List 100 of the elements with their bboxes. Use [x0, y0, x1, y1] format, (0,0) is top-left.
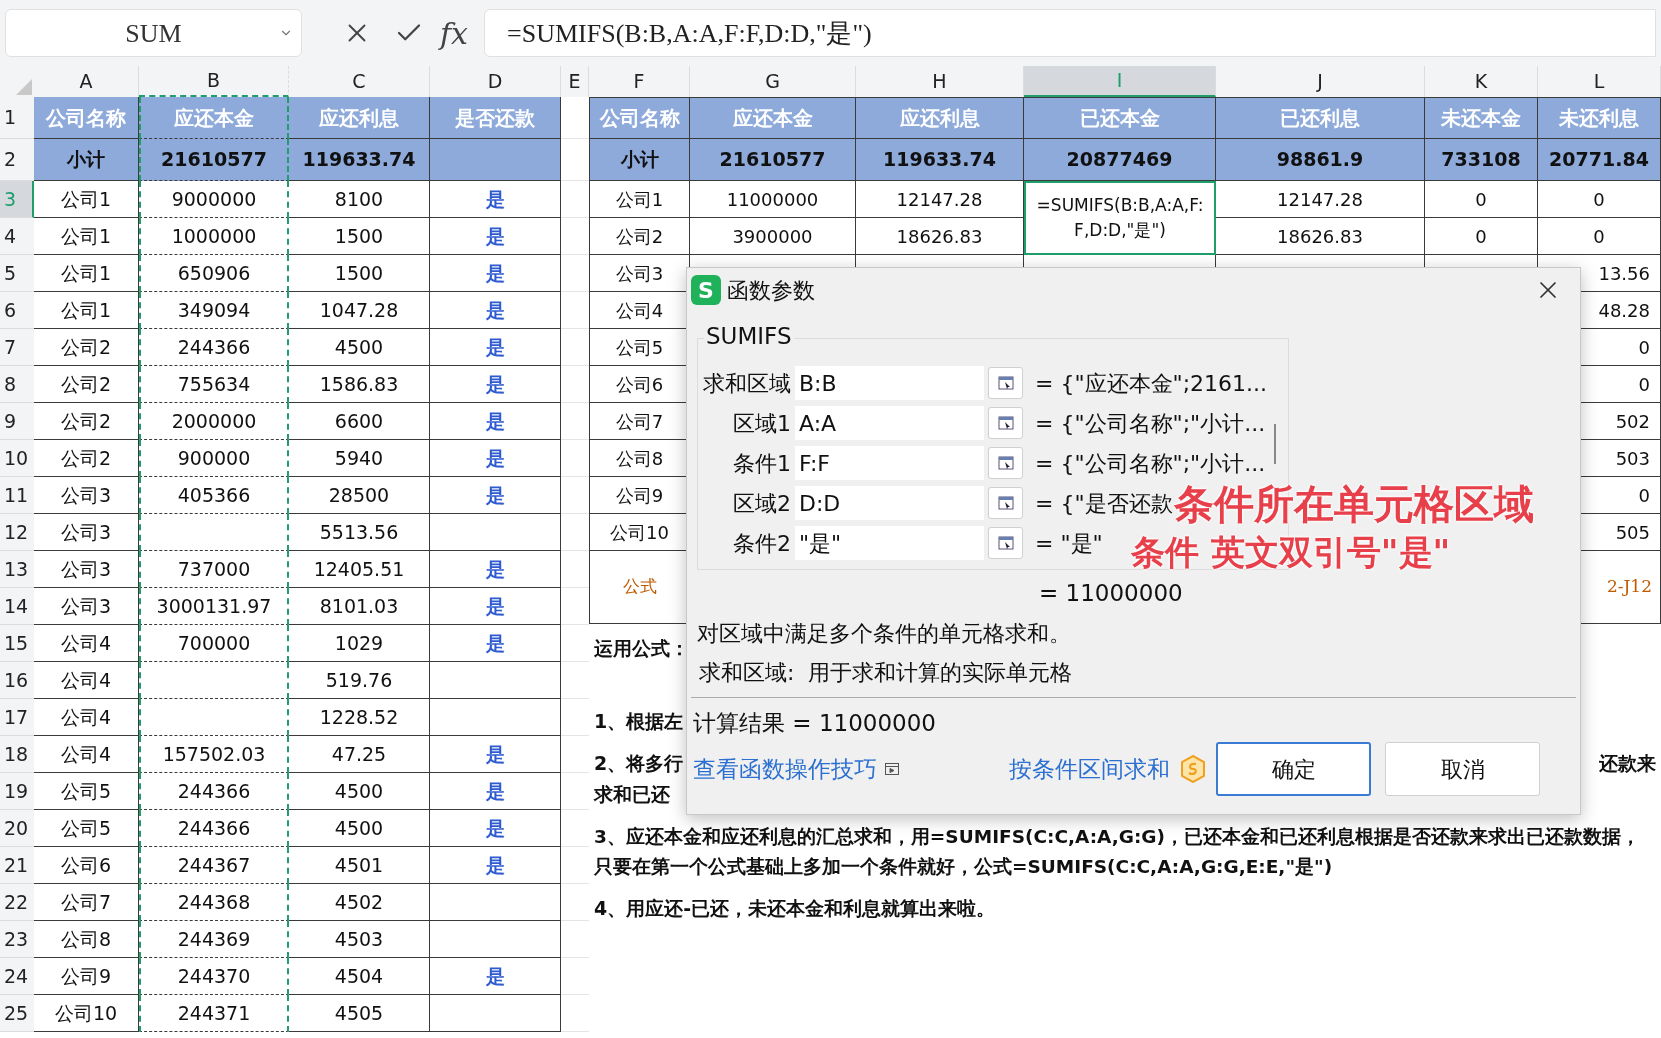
- table-cell-text: 公司2: [60, 334, 112, 360]
- table-cell-text: 是: [485, 556, 505, 582]
- table-cell-text: 0: [1593, 187, 1605, 212]
- table-cell-text: 1029: [334, 630, 384, 656]
- table-cell-text: 650906: [177, 260, 251, 286]
- table-cell-text: 733108: [1441, 147, 1521, 173]
- dialog-button[interactable]: 取消: [1385, 742, 1540, 796]
- parameter-result: = {"是否还款: [1035, 489, 1173, 518]
- formula-field[interactable]: =SUMIFS(B:B,A:A,F:F,D:D,"是"): [484, 9, 1656, 57]
- table-cell-text: 0: [1638, 335, 1650, 360]
- table-cell-text: 4500: [334, 778, 384, 804]
- parameter-field[interactable]: A:A: [795, 406, 984, 440]
- table-cell-text: 1047.28: [319, 297, 399, 323]
- header-cell-text: 是否还款: [455, 104, 535, 132]
- table-cell-text: 21610577: [719, 147, 826, 173]
- table-cell-text: 119633.74: [302, 147, 416, 173]
- table-cell-text: 8100: [334, 186, 384, 212]
- parameter-field[interactable]: F:F: [795, 446, 984, 480]
- table-cell-text: 公司3: [60, 519, 112, 545]
- range-picker-button[interactable]: [988, 447, 1023, 479]
- header-cell-text: 应还本金: [732, 105, 813, 132]
- parameter-field[interactable]: B:B: [795, 366, 984, 400]
- parameter-field[interactable]: "是": [795, 526, 984, 560]
- table-cell-text: 公司10: [54, 1000, 118, 1026]
- table-cell-text: 21610577: [161, 147, 267, 173]
- step-text: 1、根据左: [594, 709, 684, 734]
- table-cell-text: 4501: [334, 852, 384, 878]
- table-cell-text: 47.25: [331, 741, 387, 767]
- table-cell-text: 244367: [177, 852, 251, 878]
- parameter-help: 求和区域: 用于求和计算的实际单元格: [699, 658, 1074, 687]
- table-cell-text: 公司2: [615, 224, 664, 249]
- table-cell-text: 公司5: [60, 778, 112, 804]
- table-cell-text: 小计: [620, 147, 659, 173]
- table-cell-text: 是: [485, 408, 505, 434]
- table-cell-text: 48.28: [1598, 298, 1650, 323]
- parameter-result: = {"应还本金";2161...: [1035, 369, 1268, 398]
- table-cell-text: 0: [1475, 224, 1487, 249]
- table-cell-text: 公司6: [615, 372, 664, 397]
- table-cell-text: 是: [485, 371, 505, 397]
- name-box[interactable]: SUM: [5, 9, 302, 57]
- table-cell-text: 公司2: [60, 371, 112, 397]
- table-cell-text: 公司1: [60, 223, 112, 249]
- table-cell-text: 700000: [177, 630, 251, 656]
- tips-link[interactable]: 查看函数操作技巧: [693, 751, 877, 787]
- header-cell-text: 公司名称: [46, 104, 126, 132]
- annotation-text: 条件 英文双引号"是": [1131, 531, 1451, 574]
- table-cell-text: 4504: [334, 963, 384, 989]
- header-cell-text: 已还利息: [1280, 105, 1360, 132]
- table-cell-text: 是: [485, 297, 505, 323]
- table-cell-text: 349094: [177, 297, 251, 323]
- table-cell-text: 2000000: [171, 408, 257, 434]
- parameter-result: = {"公司名称";"小计...: [1035, 449, 1266, 478]
- parameter-label: 区域1: [732, 409, 792, 438]
- insert-function-button[interactable]: fx: [440, 10, 469, 56]
- table-cell-text: 公司4: [60, 667, 112, 693]
- cell-editor[interactable]: =SUMIFS(B:B,A:A,F:F,D:D,"是"): [1024, 181, 1216, 255]
- column-header[interactable]: E: [561, 66, 589, 97]
- table-cell-text: 737000: [177, 556, 251, 582]
- table-cell-text: 是: [485, 852, 505, 878]
- table-cell-text: 12147.28: [896, 187, 983, 212]
- table-cell-text: 519.76: [325, 667, 393, 693]
- premium-badge-icon: [1180, 755, 1206, 783]
- annotation-text: 条件所在单元格区域: [1174, 480, 1534, 529]
- table-cell-text: 是: [485, 482, 505, 508]
- table-cell-text: 2-J12: [1607, 575, 1652, 599]
- conditional-sum-link[interactable]: 按条件区间求和: [1009, 751, 1170, 787]
- dialog-button[interactable]: 确定: [1216, 742, 1371, 796]
- table-cell-text: 900000: [177, 445, 251, 471]
- table-cell-text: 244369: [177, 926, 251, 952]
- table-cell-text: 公司7: [615, 409, 664, 434]
- table-cell-text: 是: [485, 778, 505, 804]
- table-cell-text: 公司7: [60, 889, 112, 915]
- header-cell-text: 未还本金: [1441, 105, 1521, 132]
- table-cell-text: 公司4: [60, 704, 112, 730]
- header-cell-text: 应还本金: [174, 104, 254, 132]
- table-cell-text: 13.56: [1598, 261, 1650, 286]
- table-cell-text: 157502.03: [162, 741, 266, 767]
- table-cell-text: 是: [485, 223, 505, 249]
- range-picker-button[interactable]: [988, 487, 1023, 519]
- range-picker-button[interactable]: [988, 367, 1023, 399]
- range-picker-button[interactable]: [988, 407, 1023, 439]
- parameter-label: 条件2: [732, 529, 792, 558]
- dialog-title: 函数参数: [727, 276, 815, 305]
- range-select-icon: [997, 496, 1014, 510]
- step-text: 4、用应还-已还，未还本金和利息就算出来啦。: [594, 896, 996, 921]
- range-select-icon: [997, 456, 1014, 470]
- range-picker-button[interactable]: [988, 527, 1023, 559]
- table-cell-text: 503: [1615, 446, 1650, 471]
- table-cell-text: 0: [1638, 483, 1650, 508]
- table-cell-text: 公司2: [60, 445, 112, 471]
- table-cell-text: 98861.9: [1276, 147, 1364, 173]
- table-cell-text: 1500: [334, 223, 384, 249]
- table-cell-text: 公司2: [60, 408, 112, 434]
- range-select-icon: [997, 416, 1014, 430]
- step-text: 还款来: [1599, 751, 1656, 776]
- notes-heading: 运用公式：: [594, 636, 689, 661]
- parameter-field[interactable]: D:D: [795, 486, 984, 520]
- table-cell-text: 0: [1638, 372, 1650, 397]
- table-cell-text: 公司4: [615, 298, 664, 323]
- table-cell-text: 0: [1475, 187, 1487, 212]
